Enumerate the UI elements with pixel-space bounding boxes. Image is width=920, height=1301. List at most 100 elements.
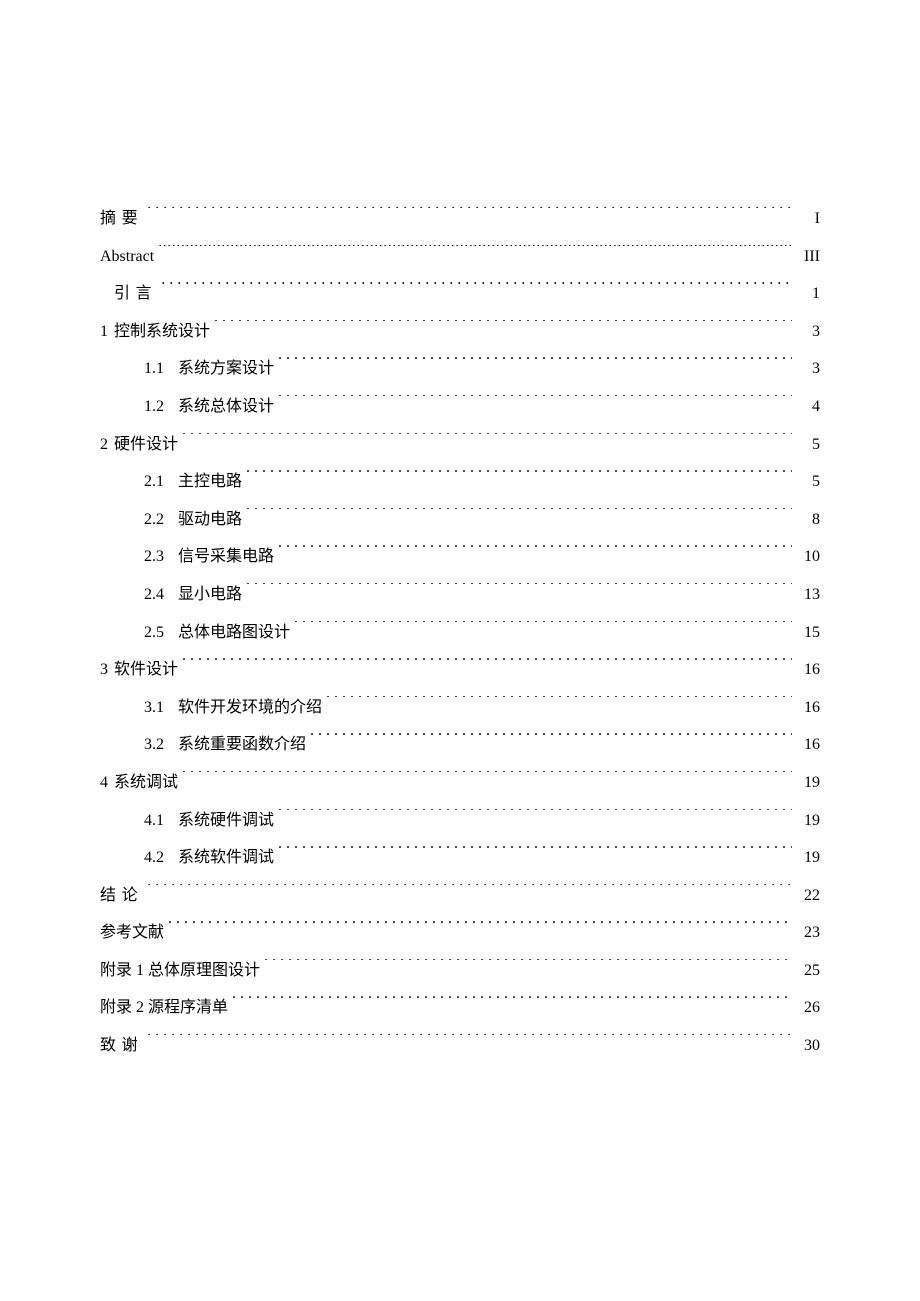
toc-entry-title: 软件开发环境的介绍 — [178, 689, 322, 727]
toc-entry-title: 系统重要函数介绍 — [178, 726, 306, 764]
toc-entry-title: 附录 1 总体原理图设计 — [100, 952, 260, 990]
toc-entry-page: 16 — [796, 689, 820, 727]
toc-entry-page: 23 — [796, 914, 820, 952]
toc-entry: 3.2系统重要函数介绍16 — [100, 726, 820, 764]
toc-entry: 4系统调试 19 — [100, 764, 820, 802]
toc-entry: 2.3信号采集电路10 — [100, 538, 820, 576]
toc-leader-dots — [246, 508, 792, 524]
toc-leader-dots — [161, 282, 792, 298]
toc-entry-page: 30 — [796, 1027, 820, 1065]
toc-entry: 2硬件设计5 — [100, 426, 820, 464]
toc-entry-number: 1 — [100, 313, 108, 351]
toc-leader-dots — [182, 771, 792, 787]
toc-leader-dots — [214, 320, 792, 336]
toc-entry-title: 参考文献 — [100, 914, 164, 952]
toc-entry-title: 结论 — [100, 877, 143, 915]
toc-entry-number: 2.2 — [144, 501, 164, 539]
toc-leader-dots — [147, 207, 792, 223]
toc-entry-page: 19 — [796, 802, 820, 840]
toc-entry-number: 4 — [100, 764, 108, 802]
toc-entry: 4.2 系统软件调试 19 — [100, 839, 820, 877]
toc-entry-page: 19 — [796, 839, 820, 877]
toc-entry: 3软件设计 16 — [100, 651, 820, 689]
toc-entry-title: 信号采集电路 — [178, 538, 274, 576]
toc-entry-title: 控制系统设计 — [114, 313, 210, 351]
toc-entry: 1控制系统设计 3 — [100, 313, 820, 351]
toc-page: 摘要IAbstractIII引言11控制系统设计31.1系统方案设计31.2系统… — [0, 0, 920, 1065]
toc-entry-number: 2 — [100, 426, 108, 464]
toc-leader-dots — [278, 357, 792, 373]
toc-entry: 2.5总体电路图设计15 — [100, 614, 820, 652]
toc-entry-page: 19 — [796, 764, 820, 802]
toc-entry-title: 总体电路图设计 — [178, 614, 290, 652]
toc-entry-page: 1 — [796, 275, 820, 313]
toc-leader-dots — [232, 996, 792, 1012]
toc-entry-title: 主控电路 — [178, 463, 242, 501]
toc-entry-page: 16 — [796, 651, 820, 689]
toc-entry-page: 25 — [796, 952, 820, 990]
toc-leader-dots — [294, 621, 792, 637]
toc-entry-number: 3.1 — [144, 689, 164, 727]
toc-entry: 结论 22 — [100, 877, 820, 915]
toc-leader-dots — [246, 583, 792, 599]
toc-leader-dots — [147, 1034, 792, 1050]
toc-entry-title: 系统硬件调试 — [178, 802, 274, 840]
toc-entry-page: 13 — [796, 576, 820, 614]
toc-entry-page: 3 — [796, 350, 820, 388]
toc-entry: 摘要I — [100, 200, 820, 238]
toc-entry-number: 4.2 — [144, 839, 164, 877]
toc-entry: 参考文献 23 — [100, 914, 820, 952]
toc-entry-title: Abstract — [100, 238, 154, 276]
toc-leader-dots — [278, 395, 792, 411]
toc-entry: 致谢30 — [100, 1027, 820, 1065]
toc-entry: 4.1 系统硬件调试 19 — [100, 802, 820, 840]
toc-entry-page: III — [796, 238, 820, 276]
toc-leader-dots — [246, 470, 792, 486]
toc-leader-dots — [278, 846, 792, 862]
toc-entry-number: 1.2 — [144, 388, 164, 426]
toc-entry: 3.1 软件开发环境的介绍 16 — [100, 689, 820, 727]
toc-entry-number: 2.5 — [144, 614, 164, 652]
toc-entry-title: 软件设计 — [114, 651, 178, 689]
toc-entry: 2.2 驱动电路 8 — [100, 501, 820, 539]
toc-entry: 附录 1 总体原理图设计 25 — [100, 952, 820, 990]
toc-entry-title: 系统方案设计 — [178, 350, 274, 388]
toc-entry-number: 2.4 — [144, 576, 164, 614]
toc-entry: 2.4显小电路13 — [100, 576, 820, 614]
toc-entry-page: 22 — [796, 877, 820, 915]
toc-entry-page: 26 — [796, 989, 820, 1027]
toc-list: 摘要IAbstractIII引言11控制系统设计31.1系统方案设计31.2系统… — [100, 200, 820, 1065]
toc-entry: 引言 1 — [100, 275, 820, 313]
toc-entry-number: 3 — [100, 651, 108, 689]
toc-leader-dots — [147, 884, 792, 900]
toc-entry-page: 16 — [796, 726, 820, 764]
toc-entry-title: 驱动电路 — [178, 501, 242, 539]
toc-leader-dots — [168, 921, 792, 937]
toc-leader-dots — [182, 658, 792, 674]
toc-leader-dots — [310, 733, 792, 749]
toc-entry: Abstract III — [100, 238, 820, 276]
toc-leader-dots — [158, 245, 792, 261]
toc-entry-number: 2.1 — [144, 463, 164, 501]
toc-entry-page: 8 — [796, 501, 820, 539]
toc-entry-title: 硬件设计 — [114, 426, 178, 464]
toc-entry-title: 系统调试 — [114, 764, 178, 802]
toc-entry-number: 4.1 — [144, 802, 164, 840]
toc-entry-title: 摘要 — [100, 200, 143, 238]
toc-entry: 2.1主控电路5 — [100, 463, 820, 501]
toc-leader-dots — [278, 809, 792, 825]
toc-entry-page: 4 — [796, 388, 820, 426]
toc-entry-title: 系统总体设计 — [178, 388, 274, 426]
toc-leader-dots — [182, 433, 792, 449]
toc-leader-dots — [278, 545, 792, 561]
toc-entry-title: 附录 2 源程序清单 — [100, 989, 228, 1027]
toc-entry: 1.2 系统总体设计 4 — [100, 388, 820, 426]
toc-entry-number: 1.1 — [144, 350, 164, 388]
toc-leader-dots — [264, 959, 792, 975]
toc-leader-dots — [326, 696, 792, 712]
toc-entry-title: 引言 — [114, 275, 157, 313]
toc-entry-title: 系统软件调试 — [178, 839, 274, 877]
toc-entry-number: 2.3 — [144, 538, 164, 576]
toc-entry: 1.1 系统方案设计 3 — [100, 350, 820, 388]
toc-entry-page: 3 — [796, 313, 820, 351]
